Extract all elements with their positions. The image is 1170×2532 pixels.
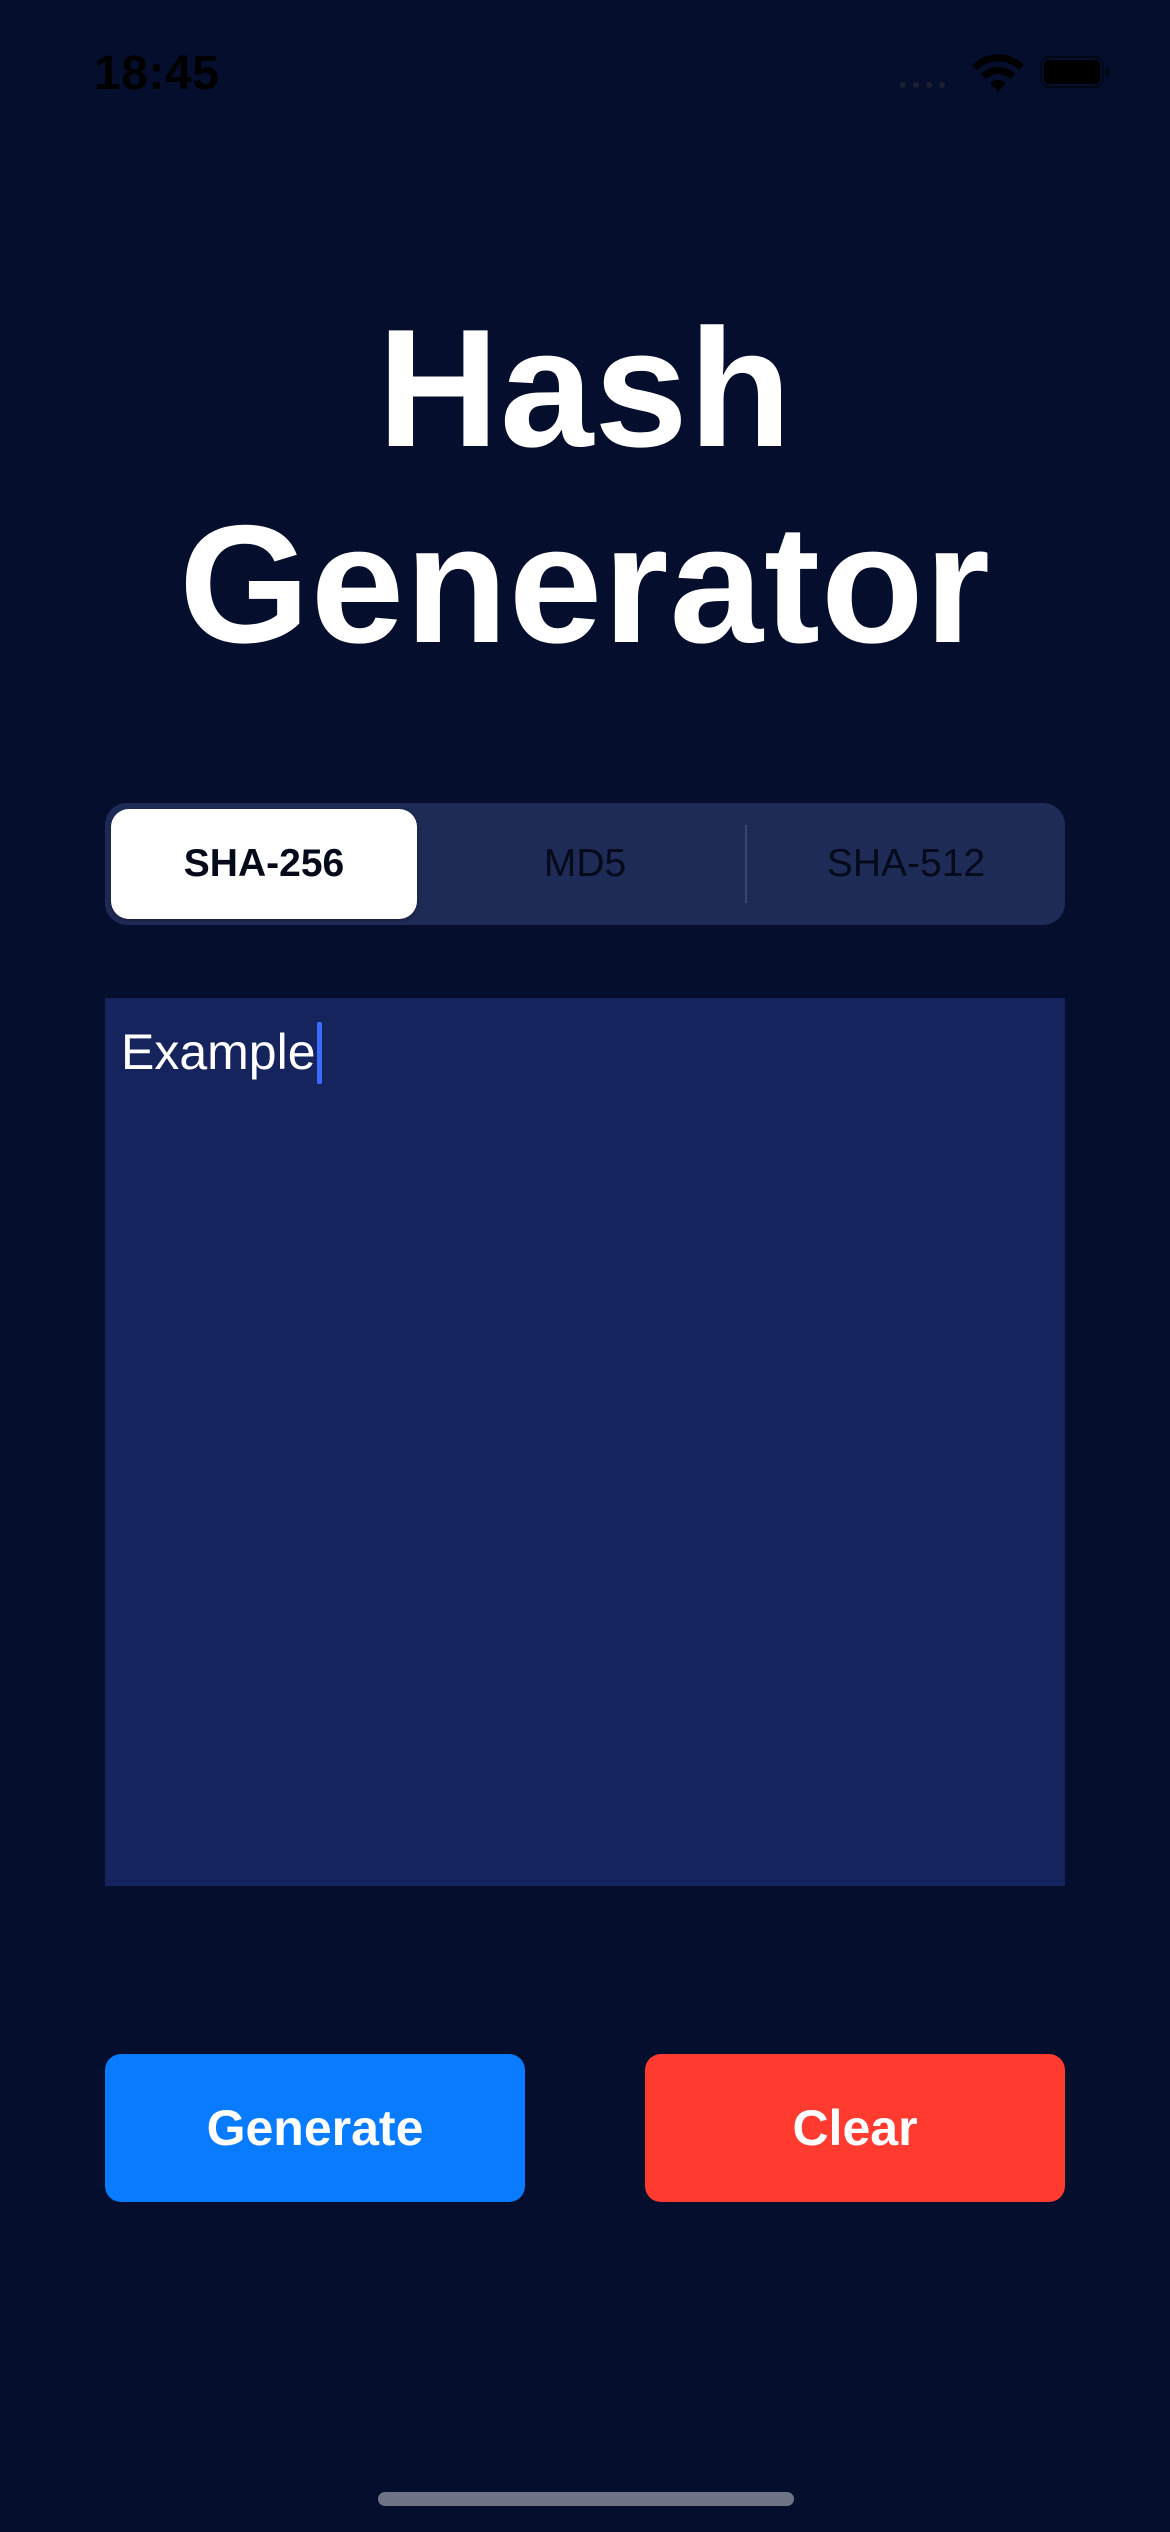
signal-dots-icon (900, 82, 945, 88)
screen: 18:45 Hash Generator SHA-256 MD5 SHA-512… (0, 0, 1170, 2532)
battery-icon (1040, 56, 1109, 88)
segment-sha-512[interactable]: SHA-512 (753, 809, 1059, 919)
input-text-area[interactable]: Example (105, 998, 1065, 1886)
input-text-value: Example (121, 1024, 316, 1080)
algorithm-segmented-control: SHA-256 MD5 SHA-512 (105, 803, 1065, 925)
home-indicator[interactable] (378, 2492, 794, 2506)
title-line-2: Generator (179, 490, 991, 678)
segment-sha-256[interactable]: SHA-256 (111, 809, 417, 919)
title-line-1: Hash (377, 294, 793, 482)
clear-button[interactable]: Clear (645, 2054, 1065, 2202)
segment-divider (745, 825, 747, 903)
generate-button[interactable]: Generate (105, 2054, 525, 2202)
wifi-icon (972, 54, 1024, 92)
status-time: 18:45 (94, 47, 220, 100)
segment-md5[interactable]: MD5 (432, 809, 738, 919)
page-title: Hash Generator (0, 290, 1170, 682)
text-caret (316, 1022, 322, 1084)
